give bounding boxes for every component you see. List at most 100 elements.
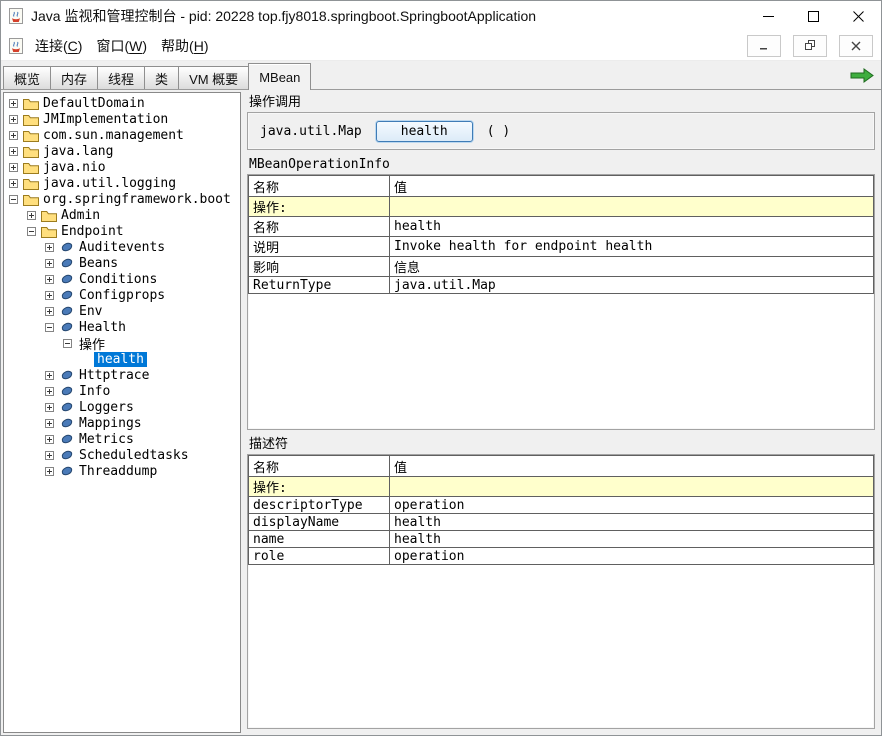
tree-item-label[interactable]: 操作 (76, 334, 108, 353)
tree-item-label[interactable]: JMImplementation (40, 112, 171, 127)
column-header-0[interactable]: 名称 (249, 456, 390, 477)
tree-item-label[interactable]: Admin (58, 208, 103, 223)
tree-item-label[interactable]: org.springframework.boot (40, 192, 234, 207)
tree-expander-icon[interactable] (22, 227, 40, 236)
tree-item-label[interactable]: com.sun.management (40, 128, 187, 143)
tree-item-label[interactable]: java.nio (40, 160, 109, 175)
tree-item[interactable]: Configprops (4, 287, 240, 303)
tree-item-label[interactable]: Httptrace (76, 368, 152, 383)
tree-item-label[interactable]: Scheduledtasks (76, 448, 192, 463)
tree-expander-icon[interactable] (40, 243, 58, 252)
tree-expander-icon[interactable] (40, 323, 58, 332)
tree-item[interactable]: Threaddump (4, 463, 240, 479)
value-cell[interactable]: 信息 (390, 257, 874, 277)
tree-item-label[interactable]: Endpoint (58, 224, 127, 239)
maximize-button[interactable] (791, 1, 836, 31)
tree-item-label[interactable]: Conditions (76, 272, 160, 287)
tree-expander-icon[interactable] (4, 99, 22, 108)
menu-connection[interactable]: 连接(C) (28, 33, 89, 59)
tree-expander-icon[interactable] (4, 179, 22, 188)
tree-item[interactable]: com.sun.management (4, 127, 240, 143)
tree-item-label[interactable]: java.util.logging (40, 176, 179, 191)
tree-item-label[interactable]: java.lang (40, 144, 116, 159)
tree-item[interactable]: Metrics (4, 431, 240, 447)
tab-memory[interactable]: 内存 (50, 66, 98, 89)
category-row[interactable]: 操作: (249, 477, 874, 497)
name-cell[interactable]: 操作: (249, 197, 390, 217)
tree-expander-icon[interactable] (40, 307, 58, 316)
close-button[interactable] (836, 1, 881, 31)
tree-expander-icon[interactable] (40, 291, 58, 300)
tree-item[interactable]: Endpoint (4, 223, 240, 239)
tree-item[interactable]: Env (4, 303, 240, 319)
name-cell[interactable]: 名称 (249, 217, 390, 237)
name-cell[interactable]: displayName (249, 514, 390, 531)
tree-expander-icon[interactable] (40, 259, 58, 268)
value-cell[interactable]: health (390, 217, 874, 237)
tab-overview[interactable]: 概览 (3, 66, 51, 89)
value-cell[interactable]: java.util.Map (390, 277, 874, 294)
tab-vm-summary[interactable]: VM 概要 (178, 66, 249, 89)
tree-item[interactable]: java.util.logging (4, 175, 240, 191)
tree-expander-icon[interactable] (40, 403, 58, 412)
tree-item[interactable]: Mappings (4, 415, 240, 431)
tree-item-label[interactable]: Beans (76, 256, 121, 271)
tree-item-label[interactable]: Metrics (76, 432, 137, 447)
tree-expander-icon[interactable] (4, 115, 22, 124)
value-cell[interactable]: health (390, 514, 874, 531)
value-cell[interactable]: operation (390, 548, 874, 565)
tree-item[interactable]: Beans (4, 255, 240, 271)
value-cell[interactable]: health (390, 531, 874, 548)
name-cell[interactable]: 影响 (249, 257, 390, 277)
tree-expander-icon[interactable] (22, 211, 40, 220)
tree-expander-icon[interactable] (40, 419, 58, 428)
tree-item-label[interactable]: DefaultDomain (40, 96, 148, 111)
value-cell[interactable]: operation (390, 497, 874, 514)
tree-item-label[interactable]: Health (76, 320, 129, 335)
tree-item[interactable]: org.springframework.boot (4, 191, 240, 207)
value-cell[interactable] (390, 477, 874, 497)
value-cell[interactable]: Invoke health for endpoint health (390, 237, 874, 257)
table-row[interactable]: descriptorTypeoperation (249, 497, 874, 514)
frame-close-button[interactable] (839, 35, 873, 57)
tree-item[interactable]: Health (4, 319, 240, 335)
tree-item-label[interactable]: Auditevents (76, 240, 168, 255)
tree-item[interactable]: Scheduledtasks (4, 447, 240, 463)
tree-item[interactable]: java.lang (4, 143, 240, 159)
table-row[interactable]: namehealth (249, 531, 874, 548)
tree-expander-icon[interactable] (40, 387, 58, 396)
name-cell[interactable]: role (249, 548, 390, 565)
tree-item[interactable]: JMImplementation (4, 111, 240, 127)
menu-window[interactable]: 窗口(W) (89, 33, 154, 59)
tree-item[interactable]: Conditions (4, 271, 240, 287)
table-row[interactable]: ReturnTypejava.util.Map (249, 277, 874, 294)
tree-item[interactable]: Info (4, 383, 240, 399)
tree-item-label[interactable]: Threaddump (76, 464, 160, 479)
tree-item[interactable]: Httptrace (4, 367, 240, 383)
tab-classes[interactable]: 类 (144, 66, 179, 89)
tree-item[interactable]: java.nio (4, 159, 240, 175)
tree-item[interactable]: Admin (4, 207, 240, 223)
tree-expander-icon[interactable] (40, 435, 58, 444)
name-cell[interactable]: ReturnType (249, 277, 390, 294)
name-cell[interactable]: 说明 (249, 237, 390, 257)
tab-mbeans[interactable]: MBean (248, 63, 311, 90)
tree-item[interactable]: health (4, 351, 240, 367)
tree-expander-icon[interactable] (40, 451, 58, 460)
table-row[interactable]: 影响信息 (249, 257, 874, 277)
table-row[interactable]: 名称health (249, 217, 874, 237)
mbean-tree-panel[interactable]: DefaultDomain JMImplementation com.sun.m… (3, 92, 241, 733)
minimize-button[interactable] (746, 1, 791, 31)
tree-expander-icon[interactable] (40, 371, 58, 380)
tab-threads[interactable]: 线程 (97, 66, 145, 89)
table-row[interactable]: roleoperation (249, 548, 874, 565)
column-header-1[interactable]: 值 (390, 176, 874, 197)
tree-expander-icon[interactable] (40, 275, 58, 284)
tree-expander-icon[interactable] (4, 195, 22, 204)
column-header-1[interactable]: 值 (390, 456, 874, 477)
tree-item-label[interactable]: Env (76, 304, 105, 319)
tree-expander-icon[interactable] (4, 147, 22, 156)
tree-item-label[interactable]: Mappings (76, 416, 145, 431)
tree-item[interactable]: 操作 (4, 335, 240, 351)
tree-item-label[interactable]: Configprops (76, 288, 168, 303)
